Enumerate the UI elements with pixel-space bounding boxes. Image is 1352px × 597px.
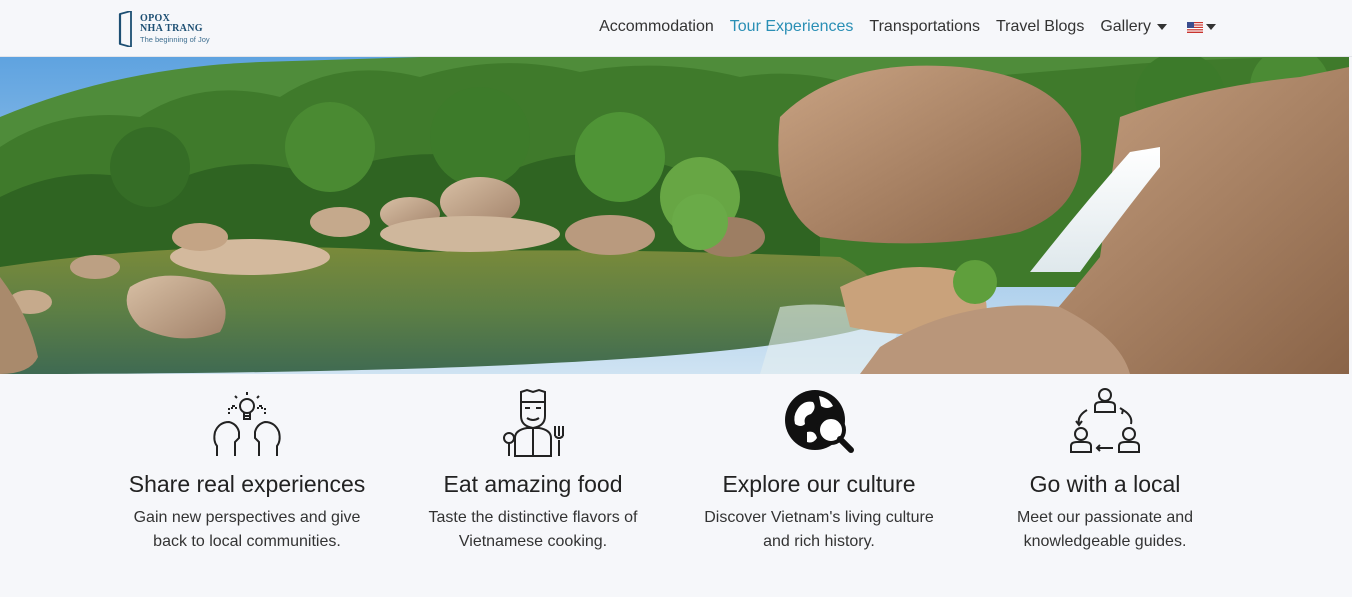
feature-description: Meet our passionate and knowledgeable gu… <box>1016 509 1194 550</box>
navbar: OPOX NHA TRANG The beginning of Joy Acco… <box>0 0 1352 57</box>
chef-food-icon <box>503 388 564 457</box>
nav-accommodation[interactable]: Accommodation <box>599 18 714 36</box>
nav-label: Tour Experiences <box>729 18 854 35</box>
brand-name-line2: NHA TRANG <box>140 22 203 34</box>
nav-gallery-dropdown[interactable]: Gallery <box>1100 18 1167 36</box>
feature-card: Eat amazing food Taste the distinctive f… <box>390 386 676 554</box>
local-people-icon <box>1070 388 1140 453</box>
nav-travel-blogs[interactable]: Travel Blogs <box>996 18 1084 36</box>
chevron-down-icon <box>1157 24 1167 30</box>
nav-label: Accommodation <box>599 18 714 35</box>
feature-title: Share real experiences <box>128 471 366 497</box>
main-nav: Accommodation Tour Experiences Transport… <box>583 18 1216 36</box>
features-section: Share real experiences Gain new perspect… <box>104 386 1248 554</box>
chevron-down-icon <box>1206 24 1216 30</box>
feature-card: Explore our culture Discover Vietnam's l… <box>676 386 962 554</box>
hero-banner <box>0 57 1349 374</box>
brand-logo[interactable]: OPOX NHA TRANG The beginning of Joy <box>118 9 228 49</box>
logo-door-icon <box>118 11 132 47</box>
language-dropdown[interactable] <box>1187 21 1216 33</box>
feature-description: Discover Vietnam's living culture and ri… <box>704 509 934 550</box>
feature-description: Gain new perspectives and give back to l… <box>133 509 361 550</box>
feature-title: Eat amazing food <box>443 471 623 497</box>
nav-label: Transportations <box>869 18 980 35</box>
hero-landscape-image <box>0 57 1349 374</box>
globe-search-icon <box>785 390 854 453</box>
feature-title: Go with a local <box>1029 471 1181 497</box>
brand-name-line1: OPOX <box>140 12 171 24</box>
feature-description: Taste the distinctive flavors of Vietnam… <box>428 509 638 550</box>
idea-sharing-icon <box>213 392 281 456</box>
nav-label: Gallery <box>1100 18 1151 35</box>
feature-card: Go with a local Meet our passionate and … <box>962 386 1248 554</box>
feature-card: Share real experiences Gain new perspect… <box>104 386 390 554</box>
brand-tagline: The beginning of Joy <box>140 34 210 44</box>
us-flag-icon <box>1187 21 1203 33</box>
nav-tour-experiences[interactable]: Tour Experiences <box>730 18 854 36</box>
nav-label: Travel Blogs <box>995 18 1085 35</box>
nav-transportations[interactable]: Transportations <box>869 18 980 36</box>
feature-title: Explore our culture <box>722 471 916 497</box>
